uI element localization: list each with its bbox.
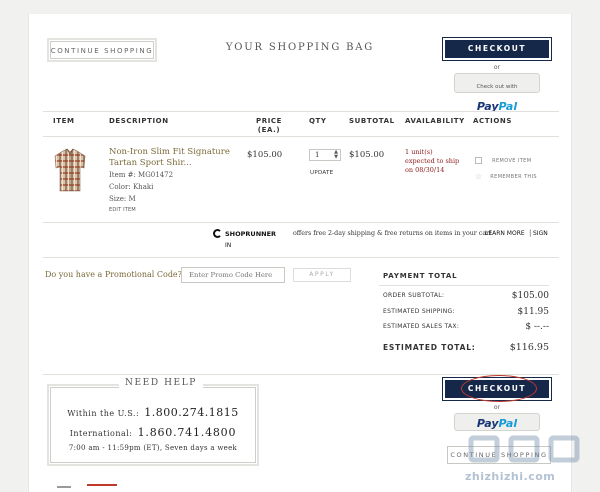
product-color: Color: Khaki xyxy=(109,183,154,191)
payment-total-title: PAYMENT TOTAL xyxy=(383,272,458,280)
product-row-rule xyxy=(43,222,559,223)
need-help-title: NEED HELP xyxy=(119,378,203,388)
col-header-price: PRICE (EA.) xyxy=(251,117,287,135)
shoprunner-rule xyxy=(43,257,559,258)
estimated-shipping-label: ESTIMATED SHIPPING: xyxy=(383,308,455,315)
paypal-checkout-button-top[interactable]: Check out with PayPal xyxy=(454,73,540,113)
checkout-highlight-circle xyxy=(461,375,537,402)
shoprunner-bar: SHOPRUNNER offers free 2-day shipping & … xyxy=(213,229,559,253)
col-header-actions: ACTIONS xyxy=(473,117,512,125)
apply-promo-button[interactable]: APPLY xyxy=(293,268,351,282)
col-header-price-label: PRICE xyxy=(255,117,283,125)
paypal-logo-bottom: PayPal xyxy=(476,417,518,430)
remember-this-button[interactable]: ☆ REMEMBER THIS xyxy=(475,166,537,185)
remove-item-label: REMOVE ITEM xyxy=(492,157,532,164)
paypal-checkout-button-bottom[interactable]: PayPal xyxy=(454,413,540,431)
col-header-availability: AVAILABILITY xyxy=(405,117,465,125)
sign-in-link[interactable]: SIGN xyxy=(533,230,548,237)
table-header-rule xyxy=(43,136,559,137)
separator: | xyxy=(529,229,532,237)
product-name-line1: Non-Iron Slim Fit Signature xyxy=(109,147,230,157)
product-name-link[interactable]: Non-Iron Slim Fit Signature Tartan Sport… xyxy=(109,147,230,169)
estimated-total-value: $116.95 xyxy=(509,342,549,353)
estimated-tax-label: ESTIMATED SALES TAX: xyxy=(383,323,460,330)
checkout-button-top[interactable]: CHECKOUT xyxy=(442,37,552,61)
sign-in-part1: SIGN xyxy=(533,230,548,237)
availability-line2: expected to ship xyxy=(405,157,460,165)
estimated-tax-value: $ --.-- xyxy=(525,322,549,332)
or-text-top: or xyxy=(493,64,501,71)
stepper-arrows-icon: ▲ ▼ xyxy=(334,149,338,160)
payment-title-rule xyxy=(379,285,549,286)
edit-item-link[interactable]: EDIT ITEM xyxy=(109,207,136,213)
item-price: $105.00 xyxy=(247,150,283,160)
star-icon: ☆ xyxy=(475,172,483,181)
update-quantity-link[interactable]: UPDATE xyxy=(310,170,333,176)
order-subtotal-label: ORDER SUBTOTAL: xyxy=(383,292,445,299)
payment-total-section: PAYMENT TOTAL ORDER SUBTOTAL: $105.00 ES… xyxy=(379,270,549,368)
product-thumbnail[interactable] xyxy=(53,148,87,192)
checkbox-icon xyxy=(475,157,482,164)
us-phone-row: Within the U.S.: 1.800.274.1815 xyxy=(49,401,257,420)
shoprunner-text: offers free 2-day shipping & free return… xyxy=(293,230,492,237)
col-header-price-unit: (EA.) xyxy=(257,126,281,134)
watermark-logo-icon xyxy=(465,434,585,464)
shoprunner-logo-icon xyxy=(213,229,222,238)
availability-line1: 1 unit(s) xyxy=(405,148,433,156)
product-item-number: Item #: MG01472 xyxy=(109,171,174,179)
logo-mark-icon xyxy=(57,486,71,488)
sign-in-link-wrap[interactable]: IN xyxy=(225,242,231,249)
shopping-bag-page: CONTINUE SHOPPING YOUR SHOPPING BAG CHEC… xyxy=(28,14,572,492)
shoprunner-brand: SHOPRUNNER xyxy=(225,230,277,238)
intl-phone-number[interactable]: 1.860.741.4800 xyxy=(138,426,237,439)
promo-code-label: Do you have a Promotional Code? xyxy=(45,270,182,279)
order-subtotal-value: $105.00 xyxy=(511,291,549,301)
remember-this-label: REMEMBER THIS xyxy=(490,173,538,180)
page-title: YOUR SHOPPING BAG xyxy=(225,42,375,53)
product-size: Size: M xyxy=(109,195,136,203)
product-name-line2: Tartan Sport Shir... xyxy=(109,158,192,168)
plaid-shirt-icon xyxy=(54,148,86,192)
paypal-prefix: Check out with xyxy=(476,84,518,90)
col-header-subtotal: SUBTOTAL xyxy=(349,117,395,125)
col-header-item: ITEM xyxy=(53,117,75,125)
availability-status: 1 unit(s) expected to ship on 08/30/14 xyxy=(405,148,459,175)
watermark: zhizhizhi.com xyxy=(445,432,595,492)
estimated-shipping-value: $11.95 xyxy=(517,307,550,317)
learn-more-link[interactable]: LEARN MORE xyxy=(485,230,525,237)
watermark-text: zhizhizhi.com xyxy=(465,470,556,483)
us-phone-label: Within the U.S.: xyxy=(67,409,140,418)
footer-logo-strip xyxy=(57,484,167,492)
promo-code-input[interactable] xyxy=(181,267,285,283)
need-help-box: NEED HELP Within the U.S.: 1.800.274.181… xyxy=(47,378,259,466)
table-top-rule xyxy=(43,111,559,112)
quantity-select[interactable]: 1 ▲ ▼ xyxy=(309,149,341,161)
col-header-description: DESCRIPTION xyxy=(109,117,169,125)
logo-mark-icon-2 xyxy=(87,484,117,488)
item-subtotal: $105.00 xyxy=(349,150,385,160)
intl-phone-row: International: 1.860.741.4800 xyxy=(49,421,257,440)
continue-shopping-button[interactable]: CONTINUE SHOPPING xyxy=(47,38,157,62)
intl-phone-label: International: xyxy=(69,429,133,438)
or-text-bottom: or xyxy=(493,404,501,411)
us-phone-number[interactable]: 1.800.274.1815 xyxy=(144,406,238,419)
availability-line3: on 08/30/14 xyxy=(405,166,445,174)
estimated-total-label: ESTIMATED TOTAL: xyxy=(383,343,476,352)
quantity-value: 1 xyxy=(315,151,320,159)
totals-bottom-rule xyxy=(43,374,559,375)
col-header-qty: QTY xyxy=(309,117,327,125)
support-hours: 7:00 am - 11:59pm (ET), Seven days a wee… xyxy=(68,444,238,452)
